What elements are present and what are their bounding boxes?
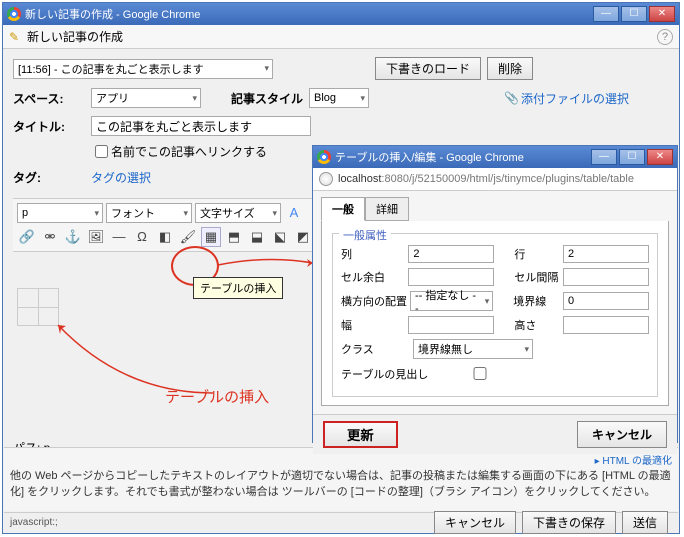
- minimize-button[interactable]: —: [593, 6, 619, 22]
- delete-draft-button[interactable]: 削除: [487, 57, 533, 80]
- cancel-button[interactable]: キャンセル: [434, 511, 516, 534]
- space-value: アプリ: [96, 90, 129, 106]
- close-button[interactable]: ✕: [649, 6, 675, 22]
- class-select[interactable]: 境界線無し: [413, 339, 533, 359]
- url-host: localhost: [338, 173, 381, 185]
- title-label: タイトル:: [13, 118, 91, 135]
- table-dialog: テーブルの挿入/編集 - Google Chrome — ☐ ✕ localho…: [312, 145, 678, 443]
- pencil-icon: [9, 30, 23, 44]
- tab-detail[interactable]: 詳細: [365, 197, 409, 221]
- cellpad-input[interactable]: [408, 268, 494, 286]
- cols-label: 列: [341, 246, 408, 262]
- dialog-titlebar: テーブルの挿入/編集 - Google Chrome — ☐ ✕: [313, 146, 677, 168]
- space-select[interactable]: アプリ: [91, 88, 201, 108]
- draft-selected: [11:56] - この記事を丸ごと表示します: [18, 61, 204, 77]
- submit-button[interactable]: 送信: [622, 511, 668, 534]
- dlg-maximize-button[interactable]: ☐: [619, 149, 645, 165]
- dialog-title: テーブルの挿入/編集 - Google Chrome: [335, 149, 524, 165]
- image-icon[interactable]: 🖼: [86, 227, 106, 247]
- dialog-tabs: 一般 詳細: [313, 191, 677, 221]
- del-row-icon[interactable]: ⬕: [270, 227, 290, 247]
- legend: 一般属性: [339, 227, 391, 243]
- caption-label: テーブルの見出し: [341, 366, 433, 382]
- tag-select-link[interactable]: タグの選択: [91, 169, 151, 186]
- table-tooltip: テーブルの挿入: [193, 277, 283, 299]
- size-select[interactable]: 文字サイズ: [195, 203, 281, 223]
- draft-select[interactable]: [11:56] - この記事を丸ごと表示します: [13, 59, 273, 79]
- row-before-icon[interactable]: ⬒: [224, 227, 244, 247]
- height-label: 高さ: [514, 317, 563, 333]
- row-after-icon[interactable]: ⬓: [247, 227, 267, 247]
- editor-sample-table: [17, 288, 59, 326]
- width-label: 幅: [341, 317, 408, 333]
- align-label: 横方向の配置: [341, 293, 410, 309]
- js-status: javascript:;: [10, 517, 58, 528]
- html-optimize-link[interactable]: ▸ HTML の最適化: [10, 452, 672, 467]
- link-icon[interactable]: 🔗: [17, 227, 37, 247]
- dialog-body: 一般属性 列 行 セル余白 セル間隔 横方向の配置 -- 指定なし -- 境界線…: [321, 221, 669, 406]
- dlg-close-button[interactable]: ✕: [647, 149, 673, 165]
- attachment-icon: [504, 91, 521, 105]
- name-link-label: 名前でこの記事へリンクする: [111, 143, 267, 160]
- chrome-icon: [7, 7, 21, 21]
- title-input[interactable]: [91, 116, 311, 136]
- url-path: :8080/j/52150009/html/js/tinymce/plugins…: [381, 173, 634, 185]
- cols-input[interactable]: [408, 245, 494, 263]
- name-link-checkbox[interactable]: [95, 145, 108, 158]
- help-icon[interactable]: ?: [657, 29, 673, 45]
- chrome-icon: [317, 150, 331, 164]
- subheader: 新しい記事の作成 ?: [3, 25, 679, 49]
- brush-icon[interactable]: 🖌: [178, 227, 198, 247]
- font-select[interactable]: フォント: [106, 203, 192, 223]
- cellspace-input[interactable]: [563, 268, 649, 286]
- status-area: ▸ HTML の最適化 他の Web ページからコピーしたテキストのレイアウトが…: [4, 447, 678, 511]
- format-select[interactable]: p: [17, 203, 103, 223]
- width-input[interactable]: [408, 316, 494, 334]
- hr-icon[interactable]: —: [109, 227, 129, 247]
- dlg-minimize-button[interactable]: —: [591, 149, 617, 165]
- subheader-title: 新しい記事の作成: [27, 28, 123, 45]
- bottom-bar: javascript:; キャンセル 下書きの保存 送信: [4, 512, 678, 532]
- annotation-text: テーブルの挿入: [165, 386, 269, 407]
- dlg-cancel-button[interactable]: キャンセル: [577, 421, 667, 448]
- rows-input[interactable]: [563, 245, 649, 263]
- update-button[interactable]: 更新: [323, 421, 398, 448]
- fontcolor-icon[interactable]: A: [284, 203, 304, 223]
- class-label: クラス: [341, 341, 413, 357]
- style-select[interactable]: Blog: [309, 88, 369, 108]
- attach-link[interactable]: 添付ファイルの選択: [521, 90, 629, 107]
- globe-icon: [319, 172, 333, 186]
- save-draft-button[interactable]: 下書きの保存: [522, 511, 616, 534]
- load-draft-button[interactable]: 下書きのロード: [375, 57, 481, 80]
- dialog-buttons: 更新 キャンセル: [313, 414, 677, 454]
- misc-icon[interactable]: ◧: [155, 227, 175, 247]
- anchor-icon[interactable]: ⚓: [63, 227, 83, 247]
- align-select[interactable]: -- 指定なし --: [410, 291, 493, 311]
- unlink-icon[interactable]: ⚮: [40, 227, 60, 247]
- caption-checkbox[interactable]: [437, 367, 523, 380]
- help-text: 他の Web ページからコピーしたテキストのレイアウトが適切でない場合は、記事の…: [10, 467, 672, 499]
- main-titlebar: 新しい記事の作成 - Google Chrome — ☐ ✕: [3, 3, 679, 25]
- table-insert-icon[interactable]: ▦: [201, 227, 221, 247]
- border-label: 境界線: [513, 293, 563, 309]
- maximize-button[interactable]: ☐: [621, 6, 647, 22]
- char-icon[interactable]: Ω: [132, 227, 152, 247]
- style-label: 記事スタイル: [231, 90, 303, 107]
- space-label: スペース:: [13, 90, 91, 107]
- main-title: 新しい記事の作成 - Google Chrome: [25, 6, 200, 22]
- rows-label: 行: [514, 246, 563, 262]
- border-input[interactable]: [563, 292, 649, 310]
- col-before-icon[interactable]: ◩: [293, 227, 313, 247]
- dialog-urlbar: localhost:8080/j/52150009/html/js/tinymc…: [313, 168, 677, 191]
- tag-label: タグ:: [13, 169, 91, 186]
- cellpad-label: セル余白: [341, 269, 408, 285]
- tab-general[interactable]: 一般: [321, 197, 365, 221]
- style-value: Blog: [314, 92, 336, 104]
- cellspace-label: セル間隔: [514, 269, 563, 285]
- height-input[interactable]: [563, 316, 649, 334]
